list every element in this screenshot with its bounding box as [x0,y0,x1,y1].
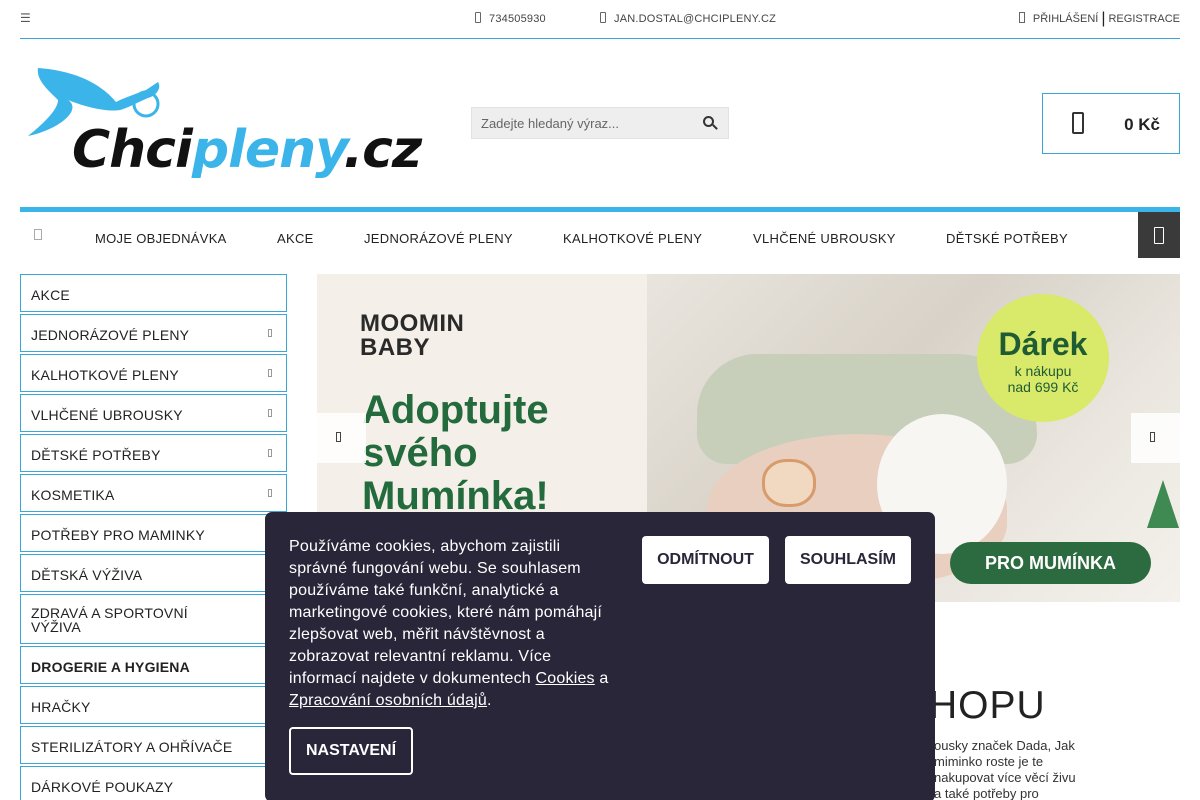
sidebar-item-label: DĚTSKÉ POTŘEBY [31,447,161,463]
banner-headline: Adoptujte svého Mumínka! [362,389,549,518]
reject-cookies-button[interactable]: ODMÍTNOUT [642,536,769,584]
banner-cta-button[interactable]: PRO MUMÍNKA [950,542,1151,584]
chevron-right-icon [268,409,272,417]
user-icon [1018,12,1025,23]
cookie-period: . [487,692,492,709]
sidebar-item-label: VLHČENÉ UBROUSKY [31,407,183,423]
main-nav: MOJE OBJEDNÁVKA AKCE JEDNORÁZOVÉ PLENY K… [20,212,1180,262]
cookie-consent-dialog: Používáme cookies, abychom zajistili spr… [265,512,935,800]
accept-cookies-button[interactable]: SOUHLASÍM [785,536,911,584]
login-link[interactable]: PŘIHLÁŠENÍ [1033,13,1098,25]
logo-text-tld: .cz [343,120,422,180]
sidebar-item-cosmetics[interactable]: KOSMETIKA [20,474,287,512]
cookies-link[interactable]: Cookies [536,670,595,687]
cart-button[interactable]: 0 Kč [1042,93,1180,154]
cart-icon [1072,112,1084,134]
brand-line-2: BABY [360,334,431,361]
sidebar-item-label: POTŘEBY PRO MAMINKY [31,527,205,543]
carousel-prev-button[interactable] [317,413,366,463]
nav-item-pants-diapers[interactable]: KALHOTKOVÉ PLENY [563,231,702,246]
chevron-right-icon [268,329,272,337]
sidebar-item-mothers-needs[interactable]: POTŘEBY PRO MAMINKY [20,514,287,552]
sidebar-item-label: AKCE [31,287,70,303]
logo[interactable]: Chcipleny.cz [28,60,422,205]
account-links: PŘIHLÁŠENÍ | REGISTRACE [1018,10,1180,28]
gift-badge: Dárek k nákupu nad 699 Kč [977,294,1109,422]
gift-title: Dárek [998,326,1088,362]
sidebar-item-sale[interactable]: AKCE [20,274,287,312]
top-bar: ☰ 734505930 JAN.DOSTAL@CHCIPLENY.CZ PŘIH… [20,0,1180,39]
nav-more-button[interactable] [1138,212,1180,258]
email-address[interactable]: JAN.DOSTAL@CHCIPLENY.CZ [614,13,776,25]
chevron-right-icon [268,369,272,377]
gift-line-2: nad 699 Kč [1007,379,1079,395]
sidebar-item-label: STERILIZÁTORY A OHŘÍVAČE [31,739,233,755]
privacy-link[interactable]: Zpracování osobních údajů [289,692,487,709]
sidebar-item-drugstore[interactable]: DROGERIE A HYGIENA [20,646,287,684]
sidebar-item-pants-diapers[interactable]: KALHOTKOVÉ PLENY [20,354,287,392]
search-box [471,107,729,139]
sidebar-item-label: KALHOTKOVÉ PLENY [31,367,179,383]
sidebar-item-label: ZDRAVÁ A SPORTOVNÍ VÝŽIVA [31,605,188,635]
search-icon[interactable] [703,116,714,127]
chevron-right-icon [1150,432,1155,442]
sidebar-item-label: HRAČKY [31,699,91,715]
sidebar-item-label: KOSMETIKA [31,487,115,503]
register-link[interactable]: REGISTRACE [1108,13,1180,25]
sidebar-item-label: JEDNORÁZOVÉ PLENY [31,327,190,343]
sidebar-item-wet-wipes[interactable]: VLHČENÉ UBROUSKY [20,394,287,432]
page: ☰ 734505930 JAN.DOSTAL@CHCIPLENY.CZ PŘIH… [0,0,1200,800]
logo-text-dark: Chci [72,120,193,180]
cookie-text: Používáme cookies, abychom zajistili spr… [289,536,619,712]
email-contact[interactable]: JAN.DOSTAL@CHCIPLENY.CZ [600,12,776,25]
sidebar-item-toys[interactable]: HRAČKY [20,686,287,724]
separator: | [1101,10,1106,27]
sidebar-item-disposable-diapers[interactable]: JEDNORÁZOVÉ PLENY [20,314,287,352]
sidebar-item-label: DĚTSKÁ VÝŽIVA [31,567,143,583]
mail-icon [600,12,606,23]
category-sidebar: AKCE JEDNORÁZOVÉ PLENY KALHOTKOVÉ PLENY … [20,274,287,800]
cookie-settings-button[interactable]: NASTAVENÍ [289,727,413,775]
gift-line-1: k nákupu [1014,363,1072,379]
sidebar-item-label: DROGERIE A HYGIENA [31,659,190,675]
intro-paragraph: ousky značek Dada, Jak miminko roste je … [934,738,1076,800]
logo-wordmark: Chcipleny.cz [72,120,422,180]
sidebar-item-health-nutrition[interactable]: ZDRAVÁ A SPORTOVNÍ VÝŽIVA [20,594,287,644]
intro-heading: HOPU [929,684,1046,727]
sidebar-item-baby-needs[interactable]: DĚTSKÉ POTŘEBY [20,434,287,472]
phone-number[interactable]: 734505930 [489,13,546,25]
sidebar-item-baby-food[interactable]: DĚTSKÁ VÝŽIVA [20,554,287,592]
nav-item-baby-needs[interactable]: DĚTSKÉ POTŘEBY [946,231,1068,246]
home-icon[interactable] [34,229,42,240]
sidebar-item-gift-vouchers[interactable]: DÁRKOVÉ POUKAZY [20,766,287,800]
nav-item-disposable-diapers[interactable]: JEDNORÁZOVÉ PLENY [364,231,513,246]
menu-more-icon [1154,227,1164,244]
pacifier-icon [762,459,816,507]
search-input[interactable] [472,108,692,138]
banner-brand-logo: MOOMIN BABY [360,312,464,360]
hamburger-icon[interactable]: ☰ [20,11,31,25]
nav-item-wet-wipes[interactable]: VLHČENÉ UBROUSKY [753,231,896,246]
nav-item-my-order[interactable]: MOJE OBJEDNÁVKA [95,231,227,246]
phone-contact[interactable]: 734505930 [475,12,546,25]
nav-item-sale[interactable]: AKCE [277,231,314,246]
cart-total: 0 Kč [1124,115,1160,134]
carousel-next-button[interactable] [1131,413,1180,463]
phone-icon [475,12,481,23]
chevron-right-icon [268,449,272,457]
cookie-message: Používáme cookies, abychom zajistili spr… [289,538,603,687]
headline-line-2: svého [362,431,478,475]
sidebar-item-label: DÁRKOVÉ POUKAZY [31,779,174,795]
sidebar-item-sterilizers[interactable]: STERILIZÁTORY A OHŘÍVAČE [20,726,287,764]
headline-line-1: Adoptujte [362,388,549,432]
chevron-right-icon [268,489,272,497]
brand-line-1: MOOMIN [360,310,465,337]
logo-text-blue: pleny [191,120,344,180]
tree-icon [1147,480,1179,528]
chevron-left-icon [336,432,341,442]
cookie-conjunction: a [599,670,609,687]
